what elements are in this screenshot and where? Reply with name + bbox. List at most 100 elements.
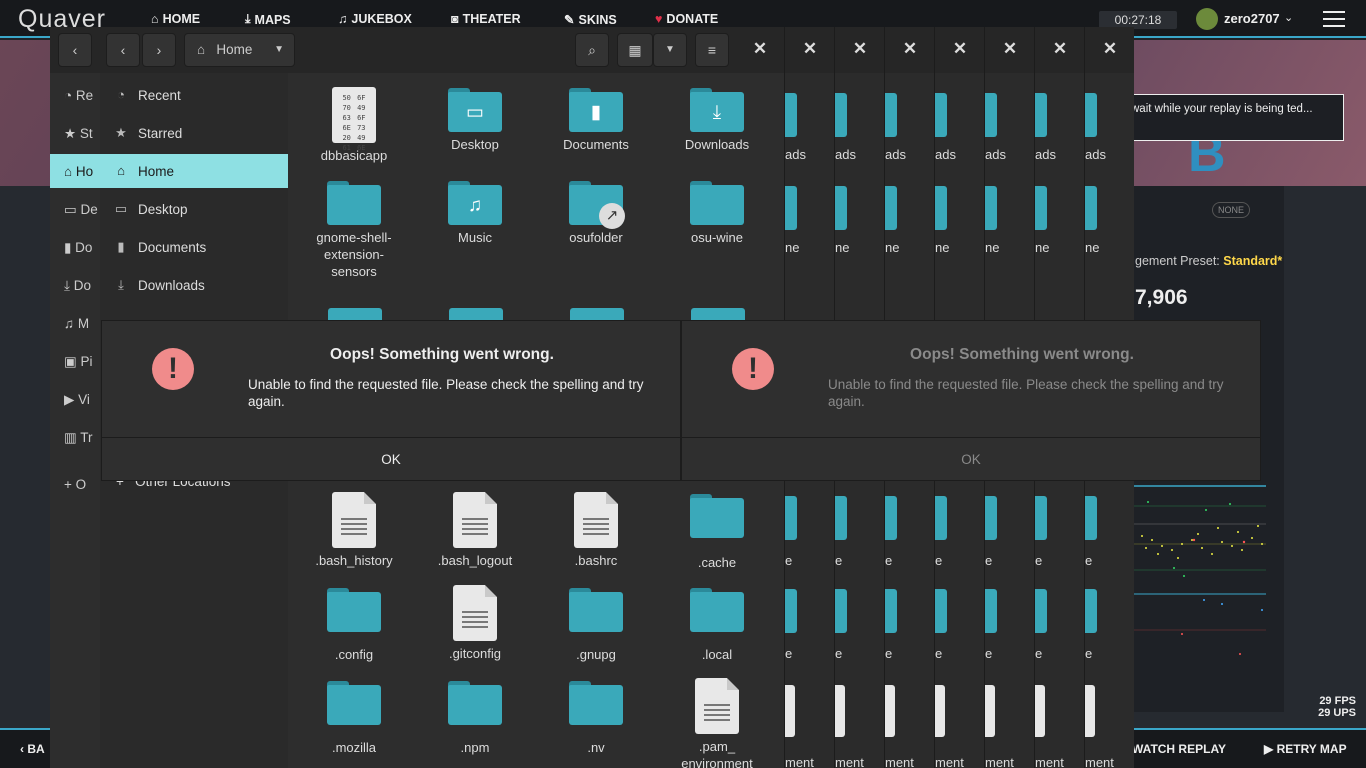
- error-icon: !: [152, 348, 194, 390]
- background-sidebar-item[interactable]: ▥ Tr: [64, 430, 93, 446]
- background-sidebar-item[interactable]: ▭ De: [64, 202, 98, 218]
- folder-icon: [1035, 186, 1047, 230]
- nav-theater[interactable]: ◙ THEATER: [451, 12, 521, 26]
- judgement-preset[interactable]: gement Preset: Standard*: [1135, 254, 1282, 268]
- sidebar-item-starred[interactable]: ★ Starred: [100, 116, 288, 150]
- folder-config[interactable]: .config: [304, 588, 404, 663]
- strip-label: e: [885, 553, 893, 568]
- view-options-button[interactable]: ▼: [653, 33, 687, 67]
- file-bash-history[interactable]: .bash_history: [304, 492, 404, 569]
- close-icon[interactable]: ✕: [747, 35, 773, 63]
- main-menu-button[interactable]: ≡: [695, 33, 729, 67]
- background-sidebar-item[interactable]: ▮ Do: [64, 240, 92, 256]
- nav-home-label: HOME: [162, 12, 201, 26]
- sidebar-item-recent[interactable]: ◔ Recent: [100, 78, 288, 112]
- text-file-icon: [985, 685, 995, 737]
- back-nav-button[interactable]: ‹: [58, 33, 92, 67]
- file-dbbasicapp[interactable]: 50 6F 70 49 63 6F 6E 73 20 49 61 6E dbbas…: [304, 87, 404, 164]
- hamburger-menu-icon[interactable]: [1323, 11, 1345, 27]
- file-bash-logout[interactable]: .bash_logout: [425, 492, 525, 569]
- sidebar-item-downloads[interactable]: ⤓ Downloads: [100, 268, 288, 302]
- folder-npm[interactable]: .npm: [425, 681, 525, 756]
- folder-music[interactable]: ♫ Music: [425, 181, 525, 246]
- location-button[interactable]: ⌂ Home ▼: [184, 33, 295, 67]
- close-icon[interactable]: ✕: [847, 35, 873, 63]
- folder-mozilla[interactable]: .mozilla: [304, 681, 404, 756]
- folder-local[interactable]: .local: [667, 588, 767, 663]
- nav-home[interactable]: ⌂ HOME: [151, 12, 200, 26]
- brush-icon: ✎: [564, 13, 575, 27]
- file-gitconfig[interactable]: .gitconfig: [425, 585, 525, 662]
- location-label: Home: [216, 42, 253, 57]
- retry-map-button[interactable]: ▶ RETRY MAP: [1264, 742, 1347, 756]
- strip-label: e: [835, 553, 843, 568]
- ok-button[interactable]: OK: [102, 437, 680, 481]
- strip-label: e: [935, 553, 943, 568]
- chevron-down-icon[interactable]: ⌄: [1284, 11, 1293, 24]
- watch-replay-button[interactable]: WATCH REPLAY: [1132, 742, 1226, 756]
- folder-icon: [1085, 496, 1097, 540]
- strip-label: ne: [935, 240, 950, 255]
- strip-label: e: [785, 553, 793, 568]
- folder-icon: [985, 93, 997, 137]
- background-sidebar-item[interactable]: ◔ Re: [64, 88, 93, 103]
- hit-deviation-graph: [1134, 485, 1266, 655]
- sidebar-item-documents[interactable]: ▮ Documents: [100, 230, 288, 264]
- close-icon[interactable]: ✕: [997, 35, 1023, 63]
- background-sidebar: ◔ Re ★ St ⌂ Ho ▭ De ▮ Do ⤓ Do ♫ M ▣ Pi ▶ Vi ▥ Tr +…: [50, 73, 100, 493]
- background-sidebar-item[interactable]: ▣ Pi: [64, 354, 93, 370]
- file-label: .pam_ environment: [681, 739, 753, 768]
- text-file-icon: [1085, 685, 1095, 737]
- username[interactable]: zero2707: [1224, 11, 1280, 26]
- file-bashrc[interactable]: .bashrc: [546, 492, 646, 569]
- file-label: .gitconfig: [448, 646, 502, 661]
- forward-button[interactable]: ›: [142, 33, 176, 67]
- search-button[interactable]: ⌕: [575, 33, 609, 67]
- desktop-folder-icon: ▭: [448, 88, 502, 132]
- folder-osufolder[interactable]: ↗ osufolder: [546, 181, 646, 246]
- background-sidebar-item[interactable]: ★ St: [64, 126, 93, 142]
- folder-label: .npm: [460, 740, 490, 755]
- background-sidebar-item[interactable]: ♫ M: [64, 316, 89, 331]
- folder-gnome-shell-extension-sensors[interactable]: gnome-shell-extension-sensors: [304, 181, 404, 280]
- folder-label: gnome-shell-extension-sensors: [316, 230, 392, 279]
- file-label: dbbasicapp: [320, 148, 388, 163]
- close-icon[interactable]: ✕: [897, 35, 923, 63]
- nav-jukebox[interactable]: ♫ JUKEBOX: [338, 12, 412, 26]
- nav-maps[interactable]: ⤓ MAPS: [245, 12, 291, 27]
- file-label: .bashrc: [574, 553, 618, 568]
- folder-gnupg[interactable]: .gnupg: [546, 588, 646, 663]
- folder-label: .nv: [587, 740, 605, 755]
- close-icon[interactable]: ✕: [797, 35, 823, 63]
- background-sidebar-item[interactable]: ⌂ Ho: [64, 164, 93, 179]
- back-button[interactable]: ‹ BA: [20, 742, 45, 756]
- strip-label: e: [835, 646, 843, 661]
- folder-desktop[interactable]: ▭ Desktop: [425, 88, 525, 153]
- close-icon[interactable]: ✕: [1047, 35, 1073, 63]
- strip-label: e: [935, 646, 943, 661]
- folder-documents[interactable]: ▮ Documents: [546, 88, 646, 153]
- folder-osu-wine[interactable]: osu-wine: [667, 181, 767, 246]
- nav-maps-label: MAPS: [254, 12, 291, 27]
- close-icon[interactable]: ✕: [1097, 35, 1123, 63]
- nav-theater-label: THEATER: [462, 12, 521, 26]
- file-pam-environment[interactable]: .pam_ environment: [667, 678, 767, 768]
- background-sidebar-item[interactable]: ⤓ Do: [64, 278, 91, 294]
- folder-cache[interactable]: .cache: [667, 494, 767, 571]
- sidebar-item-desktop[interactable]: ▭ Desktop: [100, 192, 288, 226]
- strip-label: ment: [835, 755, 864, 768]
- background-sidebar-item[interactable]: ▶ Vi: [64, 392, 90, 408]
- nav-donate[interactable]: ♥ DONATE: [655, 12, 718, 26]
- close-icon[interactable]: ✕: [947, 35, 973, 63]
- background-sidebar-item[interactable]: + O: [64, 477, 86, 492]
- folder-downloads[interactable]: ⤓ Downloads: [667, 88, 767, 153]
- folder-nv[interactable]: .nv: [546, 681, 646, 756]
- view-mode-button[interactable]: ▦: [617, 33, 653, 67]
- back-button[interactable]: ‹: [106, 33, 140, 67]
- sidebar-item-home[interactable]: ⌂ Home: [100, 154, 288, 188]
- text-file-icon: [1035, 685, 1045, 737]
- nav-skins[interactable]: ✎ SKINS: [564, 12, 617, 28]
- ok-button[interactable]: OK: [682, 437, 1260, 481]
- avatar[interactable]: [1196, 8, 1218, 30]
- strip-label: ne: [1085, 240, 1100, 255]
